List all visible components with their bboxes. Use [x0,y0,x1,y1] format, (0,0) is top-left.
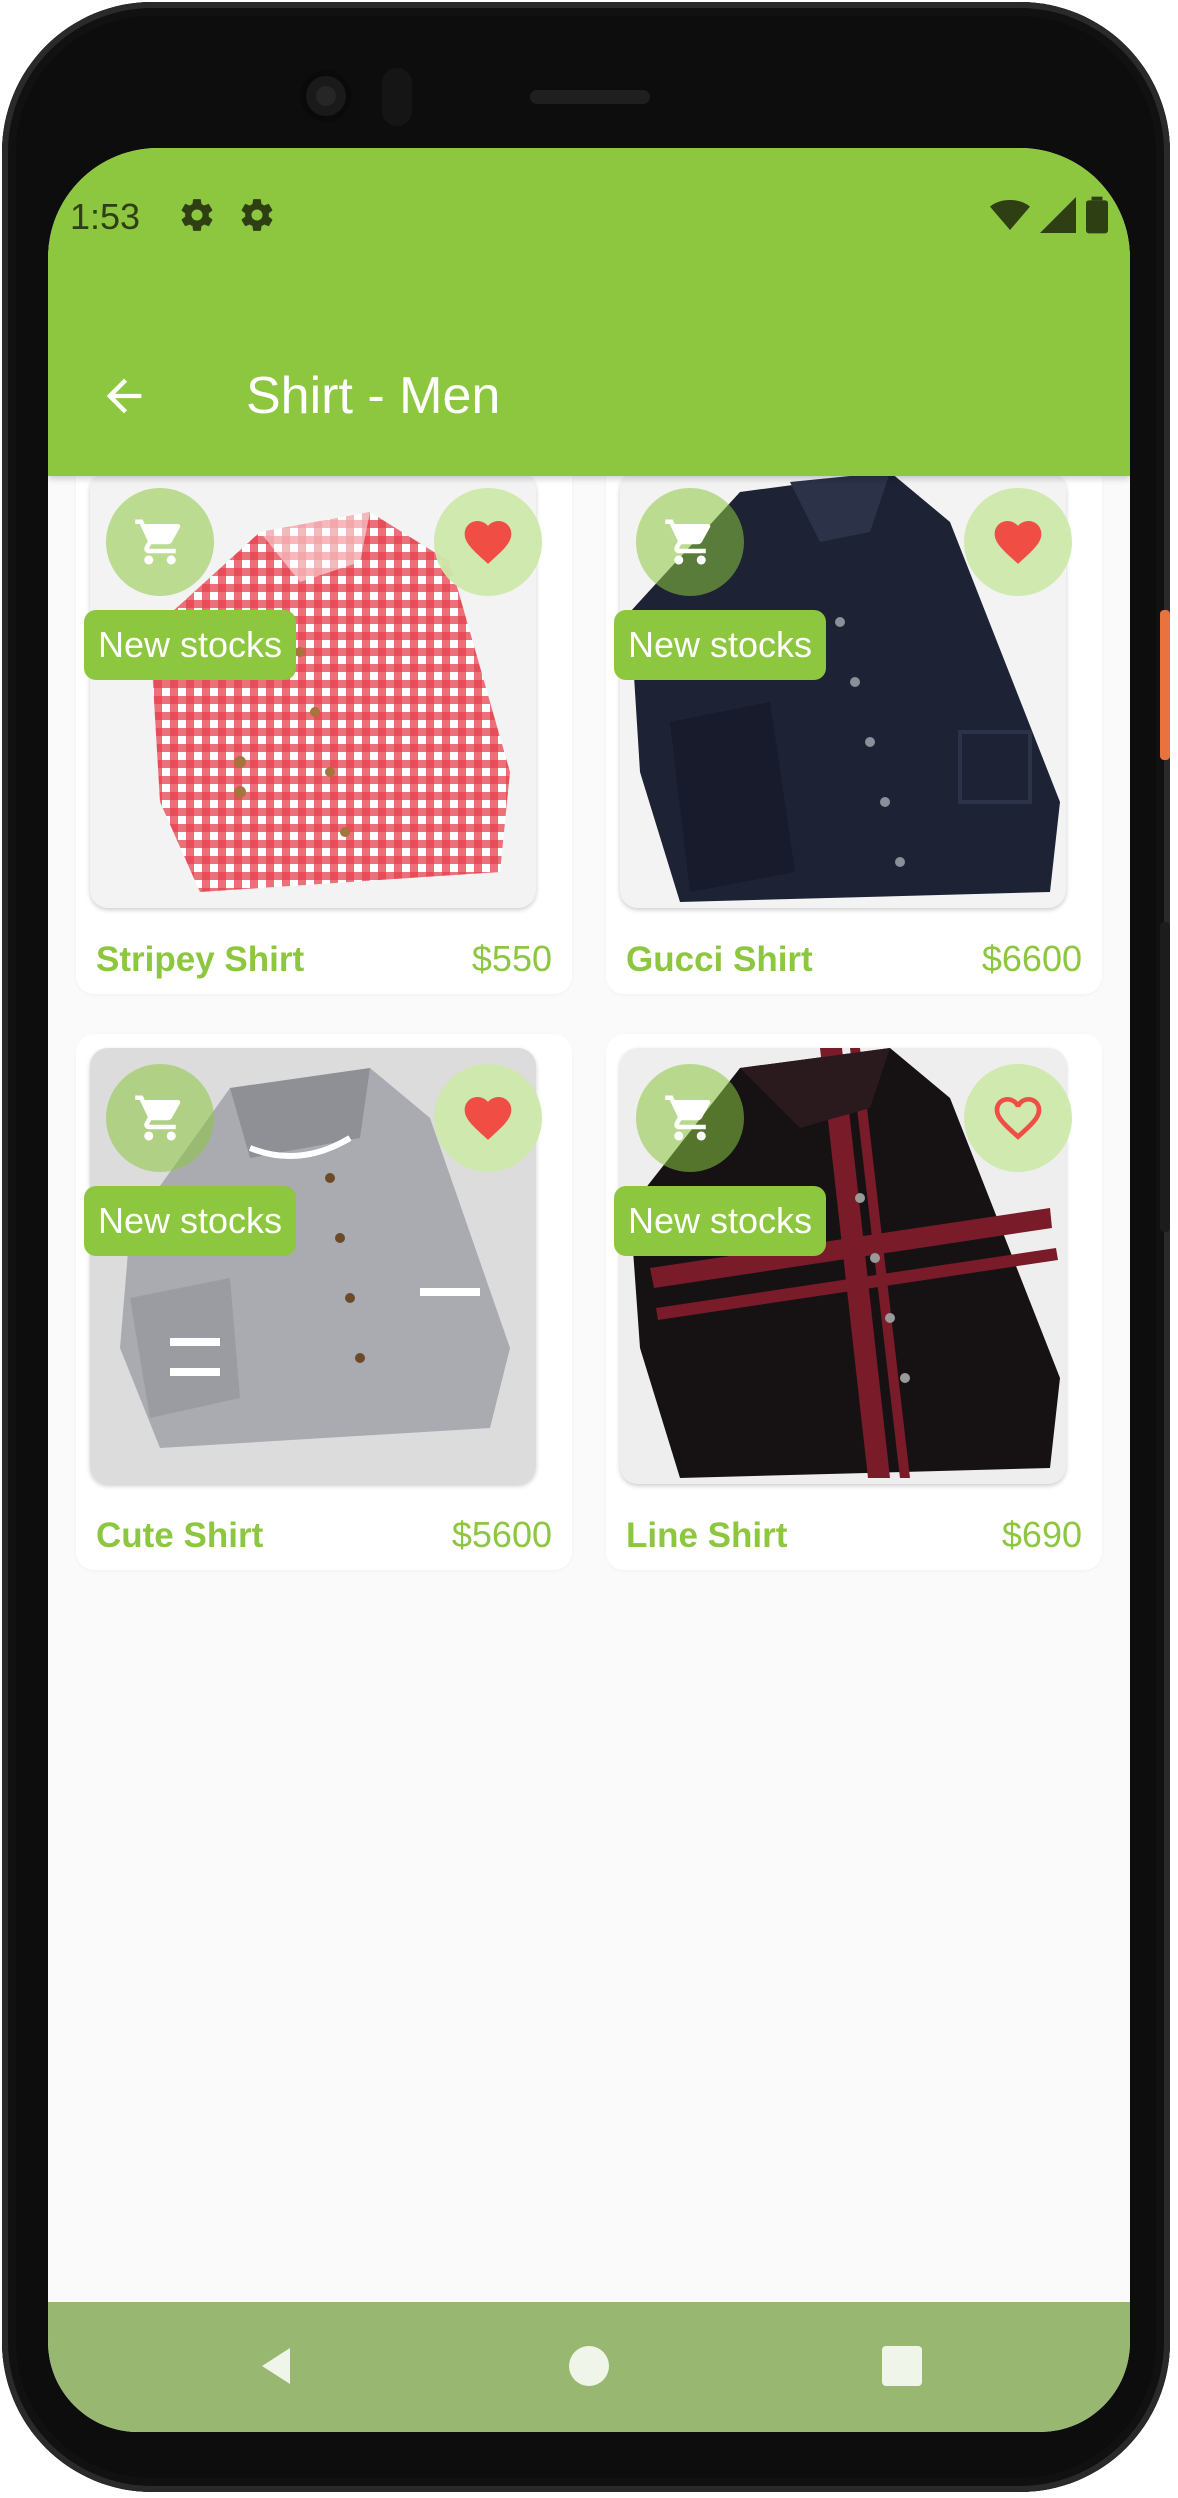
phone-frame: 1:53 Shirt - Men New stocks Stripey Shir… [2,2,1170,2492]
front-camera [300,70,352,122]
heart-icon [464,521,512,564]
product-name: Stripey Shirt [96,940,305,979]
signal-icon [1040,197,1076,233]
page-title: Shirt - Men [246,367,501,425]
home-circle-icon[interactable] [565,2342,613,2390]
favorite-button[interactable] [964,488,1072,596]
product-price: $550 [471,938,552,979]
status-time: 1:53 [70,196,141,237]
screen: 1:53 Shirt - Men New stocks Stripey Shir… [48,148,1130,2432]
volume-button[interactable] [1160,922,1170,1232]
product-card[interactable]: New stocks Gucci Shirt $6600 [606,458,1102,994]
recents-square-icon[interactable] [878,2342,926,2390]
earpiece-speaker [530,90,650,104]
new-stocks-badge: New stocks [84,610,297,680]
shopping-cart-icon [135,1095,181,1141]
wifi-icon [990,200,1030,230]
gear-icon [241,199,273,231]
new-stocks-badge: New stocks [614,610,827,680]
heart-icon [994,521,1042,564]
product-price: $5600 [451,1514,552,1555]
product-card[interactable]: New stocks Cute Shirt $5600 [76,1034,572,1570]
heart-icon [464,1097,512,1140]
new-stocks-badge: New stocks [84,1186,297,1256]
product-price: $6600 [981,938,1082,979]
heart-outline-icon [994,1097,1042,1140]
add-to-cart-button[interactable] [636,488,744,596]
product-price: $690 [1001,1514,1082,1555]
new-stocks-badge: New stocks [614,1186,827,1256]
status-bar: 1:53 [48,190,1130,240]
product-grid: New stocks Stripey Shirt $550 New stocks… [76,458,1102,1570]
favorite-button[interactable] [964,1064,1072,1172]
proximity-sensor [382,68,412,126]
product-name: Cute Shirt [96,1516,264,1555]
system-nav-bar [48,2302,1130,2432]
gear-icon [181,199,213,231]
arrow-left-icon[interactable] [98,370,150,422]
shopping-cart-icon [665,1095,711,1141]
add-to-cart-button[interactable] [636,1064,744,1172]
battery-icon [1086,196,1108,234]
favorite-button[interactable] [434,488,542,596]
shopping-cart-icon [135,519,181,565]
power-button[interactable] [1160,610,1170,760]
product-name: Gucci Shirt [626,940,813,979]
product-card[interactable]: New stocks Stripey Shirt $550 [76,458,572,994]
add-to-cart-button[interactable] [106,488,214,596]
shopping-cart-icon [665,519,711,565]
app-bar: 1:53 Shirt - Men [48,148,1130,476]
add-to-cart-button[interactable] [106,1064,214,1172]
favorite-button[interactable] [434,1064,542,1172]
product-name: Line Shirt [626,1516,788,1555]
status-icons [990,196,1108,234]
product-card[interactable]: New stocks Line Shirt $690 [606,1034,1102,1570]
back-triangle-icon[interactable] [252,2342,300,2390]
